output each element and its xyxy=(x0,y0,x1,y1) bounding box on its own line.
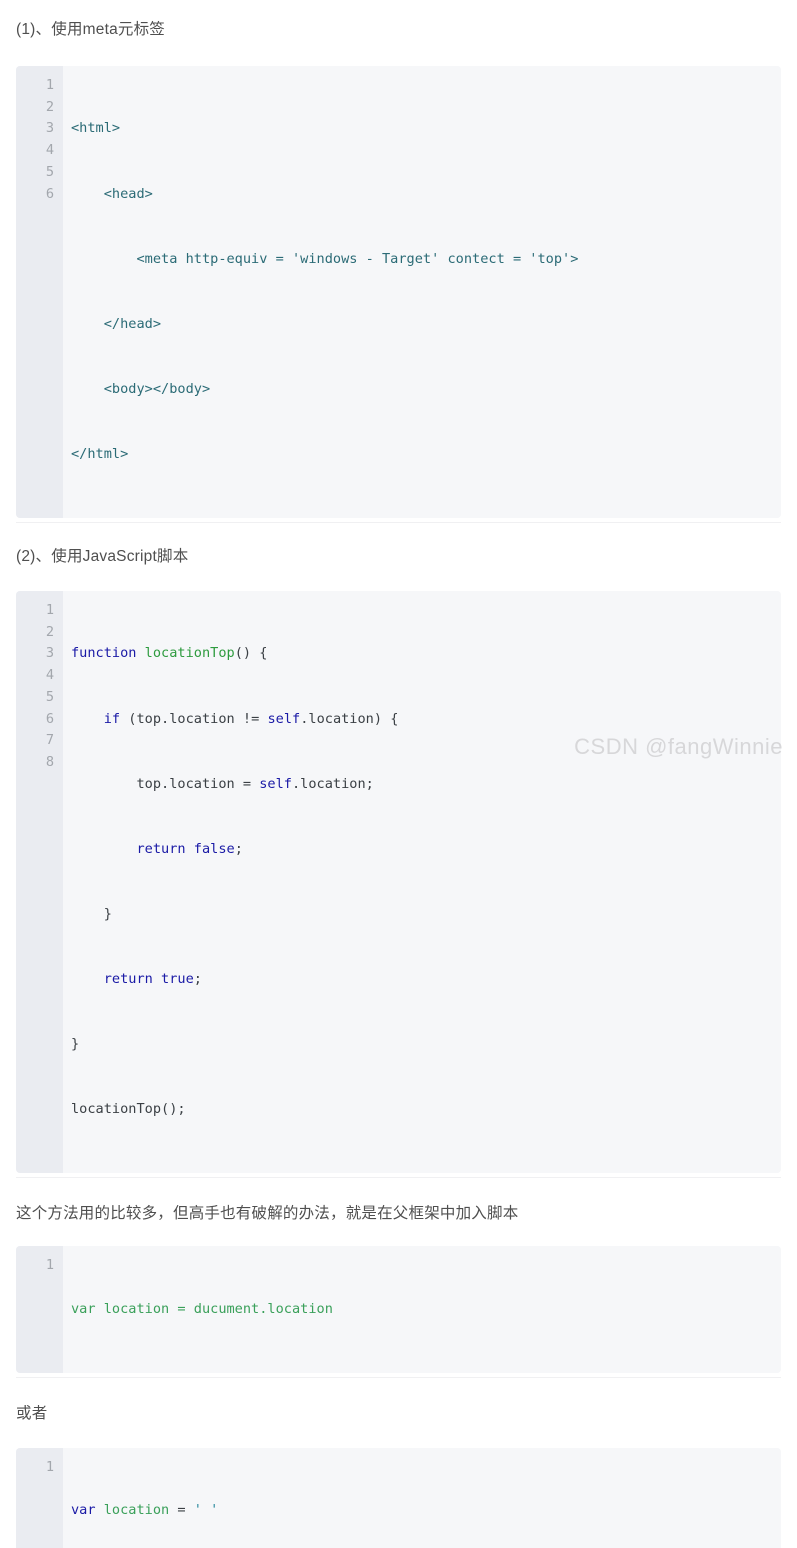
code-line: var location = ' ' xyxy=(71,1502,219,1519)
line-number: 1 xyxy=(45,77,54,93)
note-paragraph-1: 这个方法用的比较多，但高手也有破解的办法，就是在父框架中加入脚本 xyxy=(16,1205,519,1223)
code-line: <meta http-equiv = 'windows - Target' co… xyxy=(71,250,579,267)
article-body: (1)、使用meta元标签 1 2 3 4 5 6 <html> <head> … xyxy=(0,0,797,1548)
code-line: var location = ducument.location xyxy=(71,1300,333,1317)
note-paragraph-2: 或者 xyxy=(16,1404,48,1422)
code-content[interactable]: function locationTop() { if (top.locatio… xyxy=(63,591,781,1174)
line-number: 8 xyxy=(45,753,54,770)
line-number: 3 xyxy=(45,120,54,137)
code-gutter: 1 xyxy=(16,1246,63,1373)
code-content[interactable]: var location = ducument.location xyxy=(63,1246,781,1373)
code-line: function locationTop() { xyxy=(71,645,268,662)
code-content[interactable]: <html> <head> <meta http-equiv = 'window… xyxy=(63,66,781,519)
line-number: 3 xyxy=(45,645,54,662)
code-line: <html> xyxy=(71,120,121,137)
code-line: return false; xyxy=(136,840,243,857)
code-line: return true; xyxy=(103,971,202,988)
line-number: 5 xyxy=(45,688,54,705)
code-line: <body></body> xyxy=(71,380,211,397)
code-line: if (top.location != self.location) { xyxy=(103,710,399,727)
line-number: 6 xyxy=(45,710,54,727)
line-number: 2 xyxy=(45,98,54,115)
section-heading-2: (2)、使用JavaScript脚本 xyxy=(16,548,189,566)
line-number: 4 xyxy=(45,142,54,159)
line-number: 1 xyxy=(45,1458,54,1475)
code-line: } xyxy=(71,1036,80,1053)
code-line: locationTop(); xyxy=(71,1101,186,1118)
code-content[interactable]: var location = ' ' xyxy=(63,1447,781,1548)
code-line: <head> xyxy=(71,185,153,202)
code-gutter: 1 xyxy=(16,1447,63,1548)
line-number: 1 xyxy=(45,1257,54,1274)
code-block-html-meta[interactable]: 1 2 3 4 5 6 <html> <head> <meta http-equ… xyxy=(16,66,781,519)
code-line: </html> xyxy=(71,445,129,462)
line-number: 5 xyxy=(45,163,54,180)
code-gutter: 1 2 3 4 5 6 7 8 xyxy=(16,591,63,1174)
code-block-js-locationtop[interactable]: 1 2 3 4 5 6 7 8 function locationTop() {… xyxy=(16,591,781,1174)
line-number: 7 xyxy=(45,732,54,749)
code-line: } xyxy=(71,905,112,922)
code-block-js-ducument[interactable]: 1 var location = ducument.location xyxy=(16,1246,781,1373)
line-number: 2 xyxy=(45,623,54,640)
code-gutter: 1 2 3 4 5 6 xyxy=(16,66,63,519)
code-block-js-empty[interactable]: 1 var location = ' ' xyxy=(16,1447,781,1548)
code-line: top.location = self.location; xyxy=(71,775,374,792)
section-heading-1: (1)、使用meta元标签 xyxy=(16,21,166,38)
code-line: </head> xyxy=(71,315,162,332)
line-number: 6 xyxy=(45,185,54,202)
line-number: 1 xyxy=(45,602,54,619)
line-number: 4 xyxy=(45,667,54,684)
